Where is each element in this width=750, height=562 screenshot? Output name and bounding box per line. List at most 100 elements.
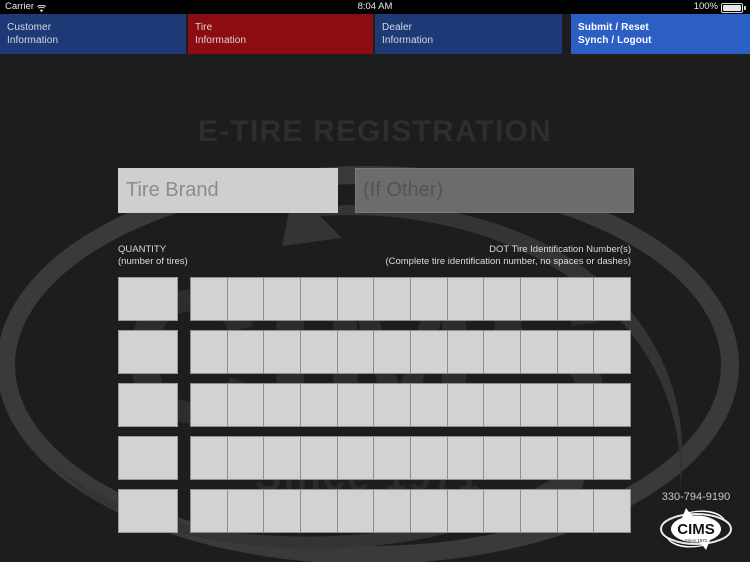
dot-character-cell[interactable] [447, 489, 485, 533]
dot-character-cell[interactable] [411, 383, 448, 427]
dot-character-cell[interactable] [557, 383, 595, 427]
tab-customer-information[interactable]: Customer Information [0, 14, 186, 54]
dot-label-line2: (Complete tire identification number, no… [385, 255, 631, 267]
dot-character-cell[interactable] [337, 383, 375, 427]
dot-character-cell[interactable] [484, 436, 522, 480]
dot-character-cell[interactable] [337, 436, 375, 480]
dot-character-cell[interactable] [447, 436, 485, 480]
dot-character-cell[interactable] [594, 489, 632, 533]
dot-character-cell[interactable] [594, 436, 632, 480]
dot-character-cell[interactable] [374, 277, 412, 321]
quantity-label-line2: (number of tires) [118, 255, 188, 267]
quantity-cell[interactable] [118, 277, 178, 321]
dot-cell-group [190, 277, 632, 321]
dot-character-cell[interactable] [227, 383, 265, 427]
svg-text:Since 1971: Since 1971 [685, 538, 708, 543]
dot-character-cell[interactable] [447, 277, 485, 321]
dot-character-cell[interactable] [190, 383, 228, 427]
dot-character-cell[interactable] [374, 330, 412, 374]
dot-character-cell[interactable] [411, 489, 448, 533]
app-screen: Carrier 8:04 AM 100% Customer Informatio… [0, 0, 750, 562]
dot-character-cell[interactable] [557, 489, 595, 533]
quantity-cell[interactable] [118, 436, 178, 480]
dot-character-cell[interactable] [190, 436, 228, 480]
battery-percent-label: 100% [693, 1, 718, 12]
dot-character-cell[interactable] [301, 436, 338, 480]
dot-character-cell[interactable] [301, 383, 338, 427]
tire-brand-input[interactable]: Tire Brand [118, 168, 338, 213]
dot-label: DOT Tire Identification Number(s) (Compl… [385, 244, 631, 267]
tire-entry-row [118, 330, 632, 374]
dot-character-cell[interactable] [190, 330, 228, 374]
quantity-cell[interactable] [118, 330, 178, 374]
tire-entry-row [118, 489, 632, 533]
dot-character-cell[interactable] [374, 383, 412, 427]
dot-character-cell[interactable] [411, 277, 448, 321]
tab-dealer-line1: Dealer [382, 22, 413, 33]
battery-cap-icon [744, 6, 746, 10]
dot-cell-group [190, 330, 632, 374]
tab-dealer-line2: Information [382, 34, 434, 46]
dot-character-cell[interactable] [190, 489, 228, 533]
page-title: E-TIRE REGISTRATION [198, 115, 552, 148]
dot-character-cell[interactable] [337, 489, 375, 533]
dot-label-line1: DOT Tire Identification Number(s) [489, 244, 631, 255]
dot-character-cell[interactable] [227, 436, 265, 480]
tab-tire-line2: Information [195, 34, 247, 46]
status-bar: Carrier 8:04 AM 100% [0, 0, 750, 14]
tire-entry-row [118, 383, 632, 427]
dot-character-cell[interactable] [411, 330, 448, 374]
dot-character-cell[interactable] [301, 489, 338, 533]
dot-character-cell[interactable] [264, 277, 302, 321]
dot-character-cell[interactable] [557, 436, 595, 480]
tab-submit-line2: Synch / Logout [578, 34, 652, 46]
dot-character-cell[interactable] [594, 277, 632, 321]
tire-brand-other-input[interactable]: (If Other) [355, 168, 634, 213]
dot-character-cell[interactable] [227, 330, 265, 374]
tab-tire-information[interactable]: Tire Information [188, 14, 373, 54]
battery-full-icon [721, 3, 743, 13]
dot-character-cell[interactable] [594, 383, 632, 427]
dot-character-cell[interactable] [484, 489, 522, 533]
tab-tire-line1: Tire [195, 22, 213, 33]
dot-character-cell[interactable] [301, 277, 338, 321]
quantity-cell[interactable] [118, 383, 178, 427]
dot-character-cell[interactable] [521, 277, 558, 321]
dot-character-cell[interactable] [594, 330, 632, 374]
dot-character-cell[interactable] [227, 489, 265, 533]
quantity-label: QUANTITY (number of tires) [118, 244, 188, 267]
dot-character-cell[interactable] [337, 330, 375, 374]
dot-character-cell[interactable] [447, 383, 485, 427]
quantity-cell[interactable] [118, 489, 178, 533]
dot-character-cell[interactable] [227, 277, 265, 321]
dot-character-cell[interactable] [264, 330, 302, 374]
dot-character-cell[interactable] [521, 330, 558, 374]
tire-brand-row: Tire Brand (If Other) [118, 168, 634, 213]
dot-character-cell[interactable] [484, 330, 522, 374]
dot-character-cell[interactable] [301, 330, 338, 374]
dot-character-cell[interactable] [264, 489, 302, 533]
tab-dealer-information[interactable]: Dealer Information [375, 14, 562, 54]
dot-character-cell[interactable] [521, 489, 558, 533]
dot-character-cell[interactable] [521, 436, 558, 480]
dot-character-cell[interactable] [374, 436, 412, 480]
tab-customer-line1: Customer [7, 22, 52, 33]
dot-character-cell[interactable] [447, 330, 485, 374]
dot-character-cell[interactable] [521, 383, 558, 427]
grid-column-labels: QUANTITY (number of tires) DOT Tire Iden… [118, 244, 631, 267]
dot-character-cell[interactable] [557, 330, 595, 374]
dot-character-cell[interactable] [374, 489, 412, 533]
dot-cell-group [190, 383, 632, 427]
dot-character-cell[interactable] [190, 277, 228, 321]
dot-character-cell[interactable] [484, 277, 522, 321]
dot-character-cell[interactable] [557, 277, 595, 321]
dot-character-cell[interactable] [264, 436, 302, 480]
tab-customer-line2: Information [7, 34, 59, 46]
cims-logo: CIMS Since 1971 [658, 505, 734, 556]
dot-character-cell[interactable] [337, 277, 375, 321]
dot-character-cell[interactable] [484, 383, 522, 427]
dot-character-cell[interactable] [264, 383, 302, 427]
tab-submit-reset-synch-logout[interactable]: Submit / Reset Synch / Logout [571, 14, 750, 54]
quantity-label-line1: QUANTITY [118, 244, 167, 255]
dot-character-cell[interactable] [411, 436, 448, 480]
